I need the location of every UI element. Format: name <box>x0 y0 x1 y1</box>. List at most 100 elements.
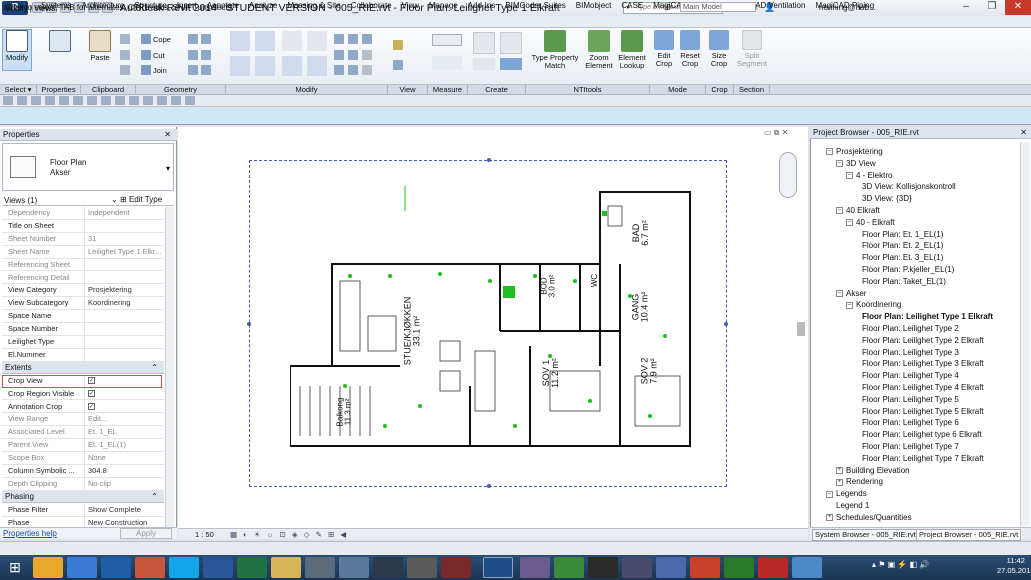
property-value[interactable]: ✓ <box>84 400 164 413</box>
create-similar-icon[interactable] <box>473 32 495 54</box>
collapse-icon[interactable]: ⌃ <box>151 491 158 503</box>
expand-toggle-icon[interactable]: – <box>836 207 843 215</box>
property-row[interactable]: Sheet Name Leilighet Type 1 Elkr... <box>2 245 164 259</box>
start-button[interactable]: ⊞ <box>2 556 28 579</box>
align-icon[interactable] <box>230 31 250 51</box>
join-icon[interactable] <box>141 65 151 75</box>
property-row[interactable]: Referencing Detail <box>2 271 164 285</box>
app-icon-1[interactable] <box>373 557 403 578</box>
system-tray[interactable]: ▴ ⚑ ▣ ⚡ ◧ 🔊 <box>872 560 929 569</box>
copy-element-icon[interactable] <box>255 56 275 76</box>
minimize-button[interactable]: – <box>953 0 979 15</box>
browser-item[interactable]: – Prosjektering <box>826 146 883 158</box>
measure2-icon[interactable] <box>87 96 97 105</box>
property-value[interactable]: Show Complete <box>84 503 164 516</box>
bimobject-icon[interactable] <box>622 557 652 578</box>
browser-item[interactable]: Floor Plan: P.kjeller_EL(1) <box>862 264 954 276</box>
magicad-icon[interactable] <box>724 557 754 578</box>
expand-toggle-icon[interactable]: – <box>826 148 833 156</box>
paint-icon[interactable] <box>188 65 198 75</box>
trim-multi-icon[interactable] <box>334 65 344 75</box>
expand-toggle-icon[interactable]: – <box>826 490 833 498</box>
browser-item[interactable]: – Koordinering <box>846 299 901 311</box>
switch-windows-icon[interactable] <box>185 96 195 105</box>
expand-toggle-icon[interactable]: + <box>826 514 833 522</box>
match-icon[interactable] <box>120 65 130 75</box>
tab-case[interactable]: CASE <box>616 1 648 11</box>
split-gap-icon[interactable] <box>348 34 358 44</box>
model-selector[interactable]: Main Model <box>680 2 756 12</box>
navigation-bar[interactable] <box>779 152 797 198</box>
sync-icon[interactable] <box>31 96 41 105</box>
property-value[interactable]: Independent <box>84 207 164 219</box>
property-row[interactable]: Parent View Et. 1_EL(1) <box>2 439 164 453</box>
geometry-tool3-icon[interactable] <box>188 50 198 60</box>
expand-toggle-icon[interactable]: – <box>836 160 843 168</box>
array-icon[interactable] <box>334 50 344 60</box>
crop-grip-left[interactable] <box>247 322 251 326</box>
property-row[interactable]: Leilighet Type <box>2 336 164 349</box>
browser-item[interactable]: Floor Plan: Leilighet Type 4 Elkraft <box>862 382 984 394</box>
group-extents[interactable]: Extents ⌃ <box>2 361 164 374</box>
browser-item[interactable]: + Building Elevation <box>836 465 910 477</box>
dimension-icon[interactable] <box>432 56 462 70</box>
ie-icon[interactable] <box>67 557 97 578</box>
cope-label[interactable]: Cope <box>153 35 171 44</box>
property-value[interactable] <box>84 348 164 361</box>
property-checkbox[interactable]: ✓ <box>88 403 95 411</box>
clock[interactable]: 11:42 27.05.2014 <box>997 556 1031 576</box>
smc-icon[interactable] <box>339 557 369 578</box>
save-file-icon[interactable] <box>17 96 27 105</box>
excel-icon[interactable] <box>237 557 267 578</box>
browser-item[interactable]: Floor Plan: Leilighet Type 6 <box>862 417 959 429</box>
browser-item[interactable]: Floor Plan: Taket_EL(1) <box>862 276 946 288</box>
paste-button[interactable]: Paste <box>86 30 114 70</box>
property-value[interactable]: 31 <box>84 232 164 245</box>
property-value[interactable] <box>84 323 164 336</box>
browser-item[interactable]: Floor Plan: Leilighet Type 1 Elkraft <box>862 311 993 323</box>
property-row[interactable]: Sheet Number 31 <box>2 232 164 246</box>
word-icon[interactable] <box>203 557 233 578</box>
canvas-scroll-thumb[interactable] <box>797 322 805 336</box>
copy-icon[interactable] <box>120 34 130 44</box>
view-control-icons[interactable]: ▦ ◐ ☀ ☼ ⊡ ◈ ◇ ✎ ⊞ ◀ <box>230 530 348 539</box>
browser-item[interactable]: Floor Plan: Leilighet Type 3 <box>862 347 959 359</box>
property-row[interactable]: Column Symbolic ... 304.8 <box>2 465 164 478</box>
browser-item[interactable]: – Akser <box>836 288 866 300</box>
app-icon-3[interactable] <box>520 557 550 578</box>
app-icon-6[interactable] <box>690 557 720 578</box>
browser-item[interactable]: + Rendering <box>836 476 883 488</box>
trim-icon[interactable] <box>307 56 327 76</box>
property-value[interactable]: None <box>84 452 164 465</box>
cope-icon[interactable] <box>141 34 151 44</box>
chrome-icon[interactable] <box>33 557 63 578</box>
group-phasing[interactable]: Phasing ⌃ <box>2 490 164 503</box>
expand-toggle-icon[interactable]: – <box>846 171 853 179</box>
reset-crop-button[interactable]: Reset Crop <box>678 30 702 74</box>
browser-item[interactable]: –40 Elkraft <box>836 205 880 217</box>
property-value[interactable] <box>84 219 164 232</box>
explorer-icon[interactable] <box>271 557 301 578</box>
property-row[interactable]: El.Nummer <box>2 348 164 362</box>
cut-icon[interactable] <box>141 50 151 60</box>
property-row[interactable]: Annotation Crop ✓ <box>2 400 164 414</box>
property-value[interactable] <box>84 336 164 348</box>
revit-icon[interactable] <box>483 557 513 578</box>
print2-icon[interactable] <box>73 96 83 105</box>
property-row[interactable]: Title on Sheet <box>2 219 164 233</box>
maximize-button[interactable]: ❐ <box>979 0 1005 15</box>
property-row[interactable]: Associated Level Et. 1_EL <box>2 426 164 440</box>
expand-toggle-icon[interactable]: – <box>846 219 853 227</box>
redo2-icon[interactable] <box>59 96 69 105</box>
scale-icon[interactable] <box>348 50 358 60</box>
apply-button[interactable]: Apply <box>120 528 172 539</box>
isy-icon[interactable] <box>656 557 686 578</box>
edit-crop-button[interactable]: Edit Crop <box>652 30 676 74</box>
browser-item[interactable]: Legend 1 <box>836 500 869 512</box>
property-row[interactable]: Depth Clipping No clip <box>2 477 164 491</box>
browser-item[interactable]: Floor Plan: Et. 1_EL(1) <box>862 229 943 241</box>
zoom-element-button[interactable]: Zoom Element <box>583 30 615 74</box>
tab-massing-site[interactable]: Massing & Site <box>282 1 345 11</box>
size-crop-button[interactable]: Size Crop <box>707 30 731 74</box>
view-window-controls[interactable]: ▭ ⧉ ✕ <box>764 128 788 138</box>
